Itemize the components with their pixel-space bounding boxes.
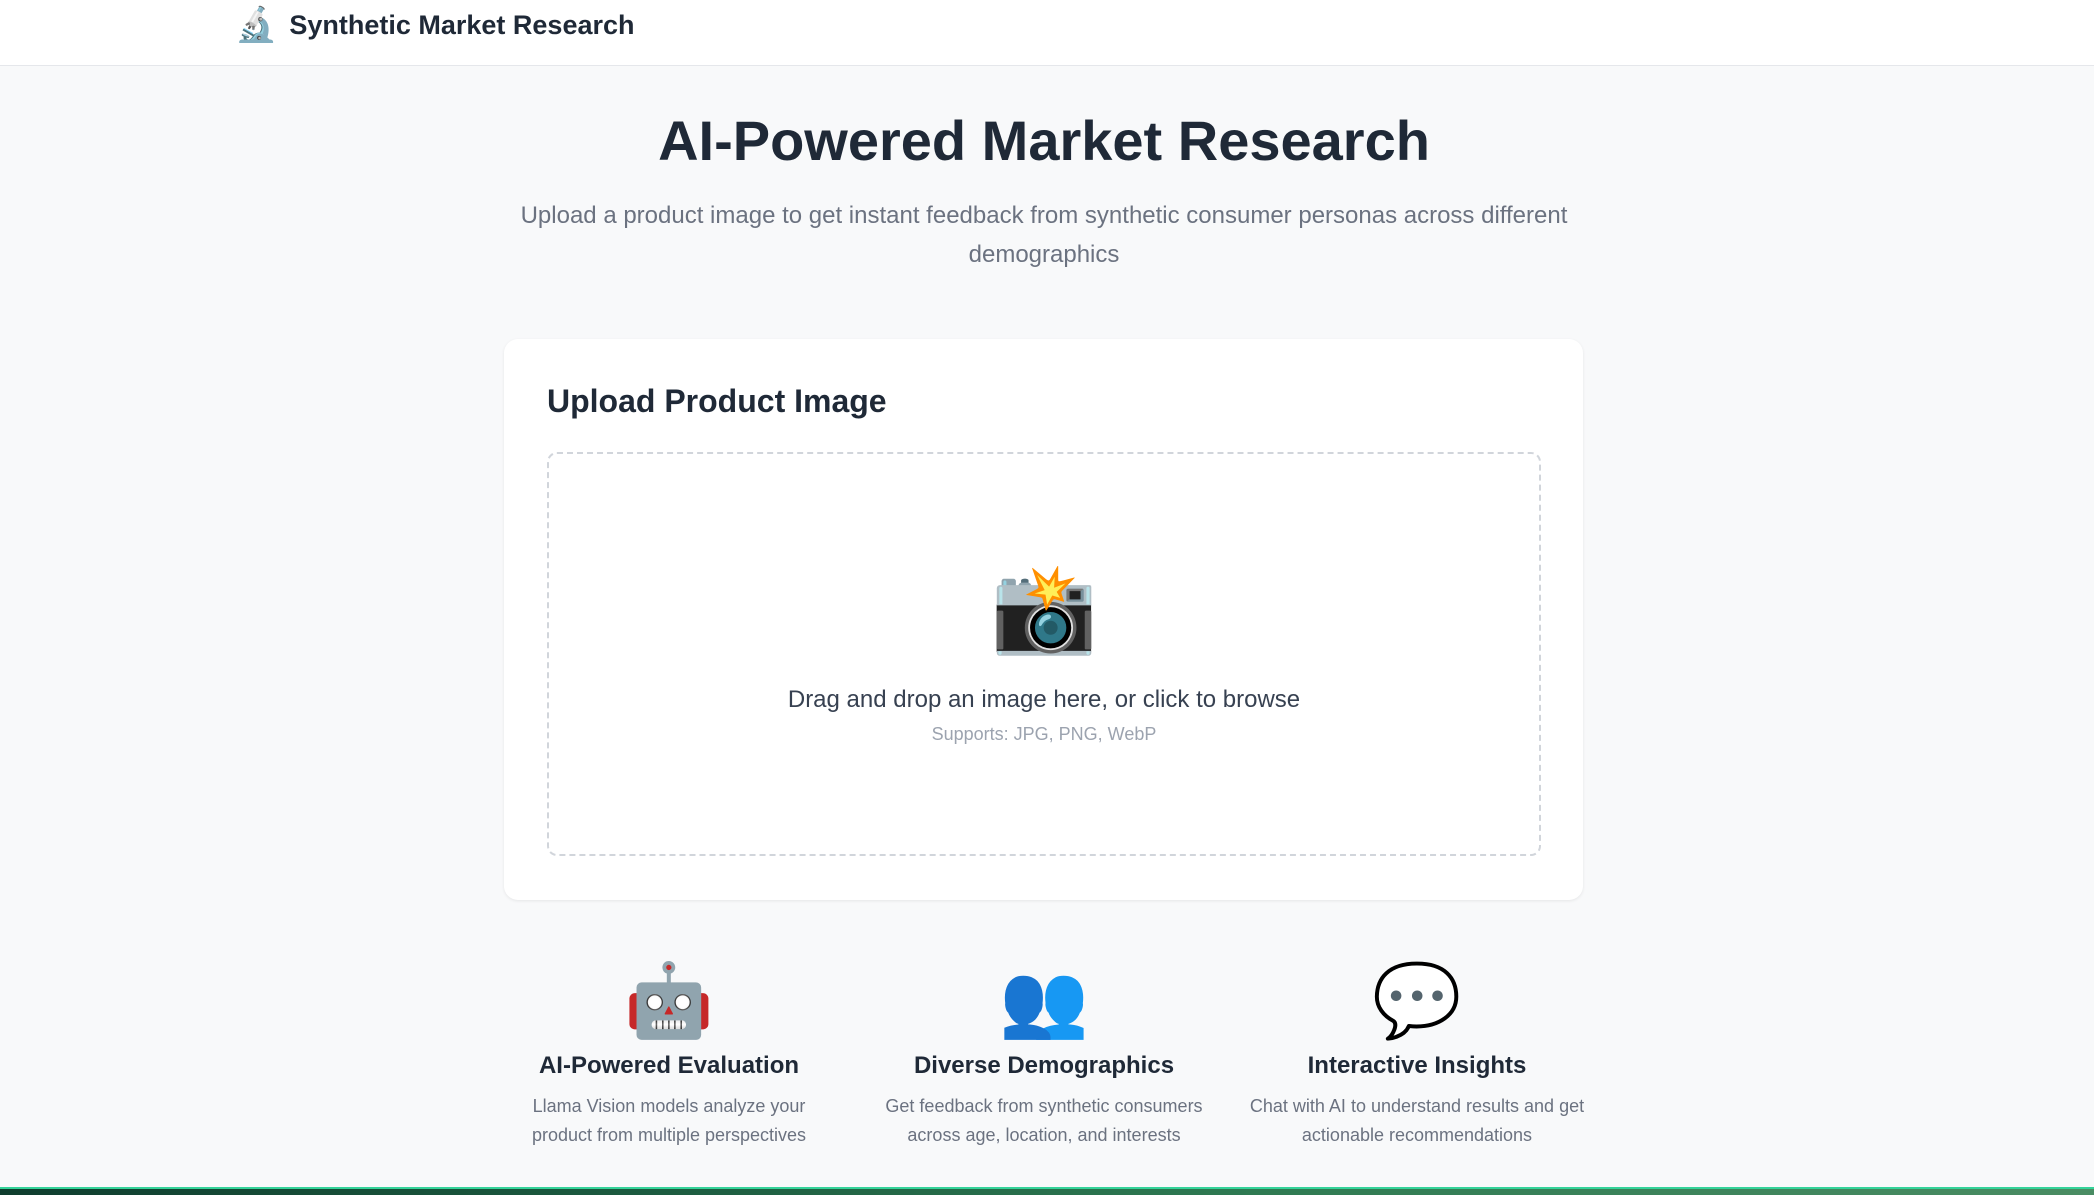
top-navbar: 🔬 Synthetic Market Research — [0, 0, 2094, 66]
robot-icon: 🤖 — [624, 961, 714, 1041]
people-icon: 👥 — [999, 961, 1089, 1041]
feature-title: Interactive Insights — [1307, 1052, 1527, 1079]
app-title: Synthetic Market Research — [289, 9, 635, 40]
feature-description: Llama Vision models analyze your product… — [531, 1096, 807, 1145]
camera-flash-icon: 📸 — [990, 561, 1098, 657]
dropzone-prompt: Drag and drop an image here, or click to… — [787, 686, 1301, 713]
brand[interactable]: 🔬 Synthetic Market Research — [235, 8, 635, 42]
feature-title: AI-Powered Evaluation — [538, 1052, 800, 1079]
feature-diverse-demographics: 👥 Diverse Demographics Get feedback from… — [876, 965, 1212, 1149]
feature-description: Get feedback from synthetic consumers ac… — [885, 1096, 1203, 1145]
upload-card: Upload Product Image 📸 Drag and drop an … — [504, 339, 1583, 900]
feature-ai-evaluation: 🤖 AI-Powered Evaluation Llama Vision mod… — [501, 965, 837, 1149]
microscope-icon: 🔬 — [235, 6, 278, 44]
page-title: AI-Powered Market Research — [658, 109, 1430, 172]
speech-bubble-icon: 💬 — [1372, 961, 1462, 1041]
feature-description: Chat with AI to understand results and g… — [1249, 1096, 1585, 1145]
feature-interactive-insights: 💬 Interactive Insights Chat with AI to u… — [1249, 965, 1585, 1149]
upload-card-title: Upload Product Image — [547, 383, 887, 419]
feature-title: Diverse Demographics — [913, 1052, 1175, 1079]
image-dropzone[interactable]: 📸 Drag and drop an image here, or click … — [547, 452, 1541, 856]
page-subtitle: Upload a product image to get instant fe… — [520, 202, 1568, 268]
dropzone-supported-formats: Supports: JPG, PNG, WebP — [931, 724, 1157, 744]
bottom-background-strip — [0, 1187, 2094, 1195]
